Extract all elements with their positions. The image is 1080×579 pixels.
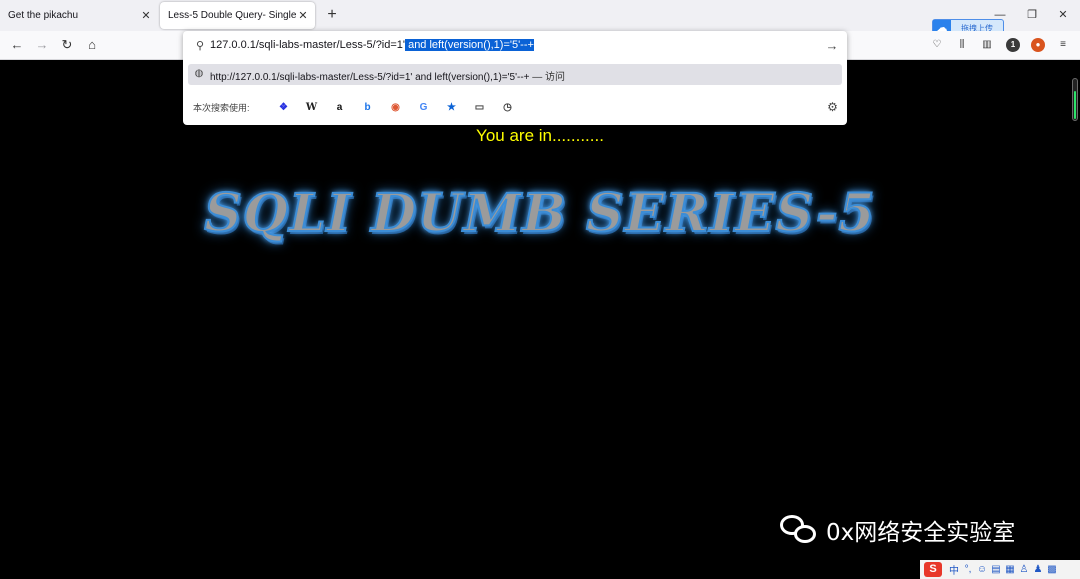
- wechat-icon: [780, 513, 818, 547]
- pocket-icon[interactable]: ♡: [930, 38, 944, 52]
- restore-button[interactable]: ❐: [1024, 7, 1040, 23]
- suggestion-url: http://127.0.0.1/sqli-labs-master/Less-5…: [210, 72, 530, 83]
- login-message: You are in...........: [476, 126, 604, 145]
- watermark: 0x网络安全实验室: [780, 513, 1015, 547]
- globe-icon: ◍: [194, 68, 204, 79]
- account-badge[interactable]: 1: [1006, 38, 1020, 52]
- duckduckgo-icon[interactable]: ◉: [389, 101, 402, 114]
- scroll-fill: [1074, 91, 1076, 119]
- url-text[interactable]: 127.0.0.1/sqli-labs-master/Less-5/?id=1'…: [210, 39, 534, 51]
- punctuation-icon[interactable]: °,: [961, 564, 975, 575]
- home-button[interactable]: ⌂: [84, 37, 100, 53]
- url-input[interactable]: ⚲ 127.0.0.1/sqli-labs-master/Less-5/?id=…: [183, 35, 847, 57]
- ime-tray: S 中 °, ☺ ▤ ▦ ♙ ♟ ▩: [920, 560, 1080, 579]
- new-tab-button[interactable]: +: [323, 6, 341, 24]
- history-icon[interactable]: ◷: [501, 101, 514, 114]
- tab-pikachu[interactable]: Get the pikachu ✕: [0, 2, 158, 29]
- sidebar-icon[interactable]: ▥: [980, 38, 994, 52]
- suggestion-visit: — 访问: [532, 72, 566, 83]
- tab-bar: Get the pikachu ✕ Less-5 Double Query- S…: [0, 0, 1080, 38]
- ime-mode[interactable]: 中: [947, 562, 961, 577]
- grid-icon[interactable]: ▩: [1045, 564, 1059, 575]
- bing-icon[interactable]: b: [361, 101, 374, 114]
- emoji-icon[interactable]: ☺: [975, 564, 989, 575]
- minimize-button[interactable]: —: [992, 7, 1008, 23]
- amazon-icon[interactable]: a: [333, 101, 346, 114]
- library-icon[interactable]: ⫼: [955, 38, 969, 52]
- gear-icon[interactable]: ⚙: [826, 101, 839, 114]
- watermark-text: 0x网络安全实验室: [826, 520, 1016, 546]
- back-button[interactable]: ←: [9, 37, 25, 53]
- go-arrow-icon[interactable]: →: [825, 39, 839, 53]
- keyboard-icon[interactable]: ▤: [989, 564, 1003, 575]
- tab-title: Get the pikachu: [8, 10, 79, 21]
- sogou-icon[interactable]: S: [924, 562, 942, 577]
- search-engine-row: 本次搜索使用: ❖ W a b ◉ G ★ ▭ ◷ ⚙: [183, 95, 847, 119]
- scrollbar[interactable]: [1072, 78, 1078, 121]
- skin-icon[interactable]: ♟: [1031, 564, 1045, 575]
- google-icon[interactable]: G: [417, 101, 430, 114]
- tab-less-5[interactable]: Less-5 Double Query- Single Quotes- Stri…: [160, 2, 315, 29]
- close-icon[interactable]: ✕: [140, 9, 152, 22]
- close-icon[interactable]: ✕: [297, 9, 309, 22]
- suggestion-row[interactable]: ◍ http://127.0.0.1/sqli-labs-master/Less…: [188, 64, 842, 85]
- url-selection: and left(version(),1)='5'--+: [405, 39, 534, 51]
- extension-icon[interactable]: ●: [1031, 38, 1045, 52]
- wikipedia-icon[interactable]: W: [305, 101, 318, 114]
- baidu-icon[interactable]: ❖: [277, 101, 290, 114]
- toolbox-icon[interactable]: ▦: [1003, 564, 1017, 575]
- forward-button[interactable]: →: [34, 37, 50, 53]
- suggestion-text: http://127.0.0.1/sqli-labs-master/Less-5…: [210, 68, 565, 83]
- search-icon: ⚲: [195, 40, 205, 52]
- tab-title: Less-5 Double Query- Single Quotes- Stri…: [168, 10, 297, 21]
- bookmarks-icon[interactable]: ★: [445, 101, 458, 114]
- window-close-button[interactable]: ✕: [1055, 7, 1071, 23]
- tabs-icon[interactable]: ▭: [473, 101, 486, 114]
- search-engine-label: 本次搜索使用:: [193, 103, 250, 113]
- menu-icon[interactable]: ≡: [1056, 38, 1070, 52]
- url-prefix: 127.0.0.1/sqli-labs-master/Less-5/?id=1': [210, 39, 406, 51]
- reload-button[interactable]: ↻: [59, 37, 75, 53]
- user-icon[interactable]: ♙: [1017, 564, 1031, 575]
- page-banner: SQLI DUMB SERIES-5: [203, 182, 876, 245]
- url-dropdown: ⚲ 127.0.0.1/sqli-labs-master/Less-5/?id=…: [183, 31, 847, 125]
